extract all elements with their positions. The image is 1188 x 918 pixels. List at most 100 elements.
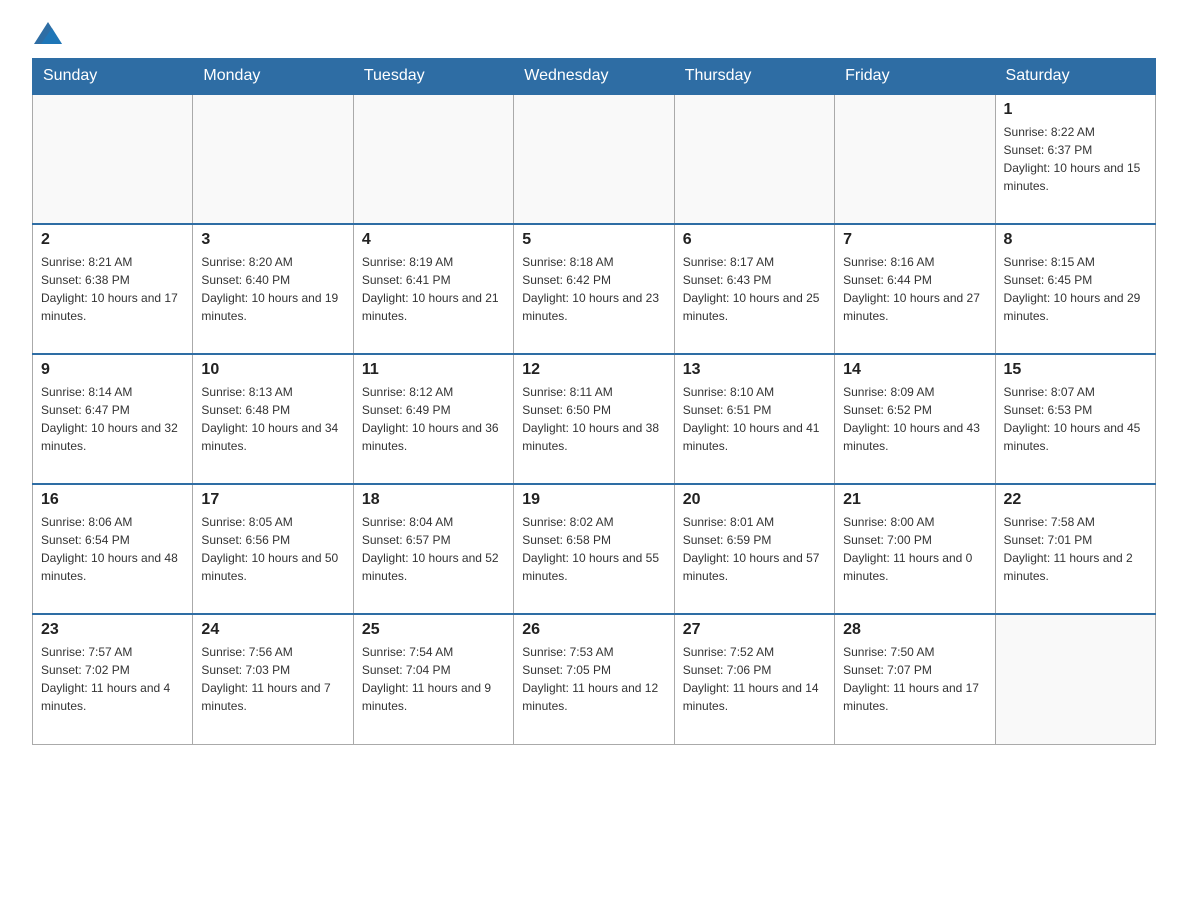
day-header-tuesday: Tuesday bbox=[353, 59, 513, 95]
logo bbox=[32, 24, 62, 46]
calendar-cell: 28 Sunrise: 7:50 AMSunset: 7:07 PMDayligh… bbox=[835, 614, 995, 744]
day-number: 17 bbox=[201, 491, 344, 509]
calendar-cell bbox=[514, 94, 674, 224]
calendar-cell: 26 Sunrise: 7:53 AMSunset: 7:05 PMDayligh… bbox=[514, 614, 674, 744]
calendar-cell: 18 Sunrise: 8:04 AMSunset: 6:57 PMDayligh… bbox=[353, 484, 513, 614]
day-number: 23 bbox=[41, 621, 184, 639]
calendar-week-row: 16 Sunrise: 8:06 AMSunset: 6:54 PMDayligh… bbox=[33, 484, 1156, 614]
day-number: 9 bbox=[41, 361, 184, 379]
day-number: 5 bbox=[522, 231, 665, 249]
day-info: Sunrise: 7:52 AMSunset: 7:06 PMDaylight:… bbox=[683, 643, 826, 715]
day-number: 12 bbox=[522, 361, 665, 379]
calendar-cell: 11 Sunrise: 8:12 AMSunset: 6:49 PMDayligh… bbox=[353, 354, 513, 484]
day-info: Sunrise: 8:05 AMSunset: 6:56 PMDaylight:… bbox=[201, 513, 344, 585]
day-info: Sunrise: 7:54 AMSunset: 7:04 PMDaylight:… bbox=[362, 643, 505, 715]
day-number: 1 bbox=[1004, 101, 1147, 119]
day-number: 10 bbox=[201, 361, 344, 379]
day-header-sunday: Sunday bbox=[33, 59, 193, 95]
calendar-cell bbox=[674, 94, 834, 224]
calendar-cell: 8 Sunrise: 8:15 AMSunset: 6:45 PMDaylight… bbox=[995, 224, 1155, 354]
calendar-cell: 4 Sunrise: 8:19 AMSunset: 6:41 PMDaylight… bbox=[353, 224, 513, 354]
day-number: 7 bbox=[843, 231, 986, 249]
day-number: 19 bbox=[522, 491, 665, 509]
day-info: Sunrise: 8:02 AMSunset: 6:58 PMDaylight:… bbox=[522, 513, 665, 585]
calendar-cell: 6 Sunrise: 8:17 AMSunset: 6:43 PMDaylight… bbox=[674, 224, 834, 354]
day-info: Sunrise: 8:15 AMSunset: 6:45 PMDaylight:… bbox=[1004, 253, 1147, 325]
day-info: Sunrise: 8:18 AMSunset: 6:42 PMDaylight:… bbox=[522, 253, 665, 325]
calendar-cell: 27 Sunrise: 7:52 AMSunset: 7:06 PMDayligh… bbox=[674, 614, 834, 744]
day-info: Sunrise: 8:20 AMSunset: 6:40 PMDaylight:… bbox=[201, 253, 344, 325]
calendar-cell: 14 Sunrise: 8:09 AMSunset: 6:52 PMDayligh… bbox=[835, 354, 995, 484]
day-number: 3 bbox=[201, 231, 344, 249]
day-info: Sunrise: 8:22 AMSunset: 6:37 PMDaylight:… bbox=[1004, 123, 1147, 195]
day-header-wednesday: Wednesday bbox=[514, 59, 674, 95]
day-info: Sunrise: 8:13 AMSunset: 6:48 PMDaylight:… bbox=[201, 383, 344, 455]
day-number: 28 bbox=[843, 621, 986, 639]
day-number: 11 bbox=[362, 361, 505, 379]
day-number: 21 bbox=[843, 491, 986, 509]
day-number: 6 bbox=[683, 231, 826, 249]
calendar-cell: 5 Sunrise: 8:18 AMSunset: 6:42 PMDaylight… bbox=[514, 224, 674, 354]
day-info: Sunrise: 8:01 AMSunset: 6:59 PMDaylight:… bbox=[683, 513, 826, 585]
day-header-monday: Monday bbox=[193, 59, 353, 95]
calendar-cell: 15 Sunrise: 8:07 AMSunset: 6:53 PMDayligh… bbox=[995, 354, 1155, 484]
calendar-header-row: SundayMondayTuesdayWednesdayThursdayFrid… bbox=[33, 59, 1156, 95]
day-info: Sunrise: 8:06 AMSunset: 6:54 PMDaylight:… bbox=[41, 513, 184, 585]
day-info: Sunrise: 8:00 AMSunset: 7:00 PMDaylight:… bbox=[843, 513, 986, 585]
day-info: Sunrise: 8:21 AMSunset: 6:38 PMDaylight:… bbox=[41, 253, 184, 325]
calendar-cell bbox=[995, 614, 1155, 744]
day-info: Sunrise: 7:56 AMSunset: 7:03 PMDaylight:… bbox=[201, 643, 344, 715]
day-number: 18 bbox=[362, 491, 505, 509]
day-info: Sunrise: 8:12 AMSunset: 6:49 PMDaylight:… bbox=[362, 383, 505, 455]
day-header-friday: Friday bbox=[835, 59, 995, 95]
calendar-table: SundayMondayTuesdayWednesdayThursdayFrid… bbox=[32, 58, 1156, 745]
day-number: 14 bbox=[843, 361, 986, 379]
day-info: Sunrise: 8:04 AMSunset: 6:57 PMDaylight:… bbox=[362, 513, 505, 585]
calendar-cell: 1 Sunrise: 8:22 AMSunset: 6:37 PMDaylight… bbox=[995, 94, 1155, 224]
day-number: 2 bbox=[41, 231, 184, 249]
day-info: Sunrise: 7:57 AMSunset: 7:02 PMDaylight:… bbox=[41, 643, 184, 715]
calendar-cell: 20 Sunrise: 8:01 AMSunset: 6:59 PMDayligh… bbox=[674, 484, 834, 614]
calendar-cell: 21 Sunrise: 8:00 AMSunset: 7:00 PMDayligh… bbox=[835, 484, 995, 614]
day-info: Sunrise: 7:53 AMSunset: 7:05 PMDaylight:… bbox=[522, 643, 665, 715]
day-info: Sunrise: 8:07 AMSunset: 6:53 PMDaylight:… bbox=[1004, 383, 1147, 455]
day-info: Sunrise: 8:09 AMSunset: 6:52 PMDaylight:… bbox=[843, 383, 986, 455]
calendar-cell bbox=[193, 94, 353, 224]
calendar-cell: 2 Sunrise: 8:21 AMSunset: 6:38 PMDaylight… bbox=[33, 224, 193, 354]
day-number: 16 bbox=[41, 491, 184, 509]
day-header-saturday: Saturday bbox=[995, 59, 1155, 95]
logo-icon bbox=[34, 22, 62, 44]
day-number: 15 bbox=[1004, 361, 1147, 379]
day-info: Sunrise: 8:19 AMSunset: 6:41 PMDaylight:… bbox=[362, 253, 505, 325]
calendar-cell: 12Sunrise: 8:11 AMSunset: 6:50 PMDayligh… bbox=[514, 354, 674, 484]
calendar-cell: 16 Sunrise: 8:06 AMSunset: 6:54 PMDayligh… bbox=[33, 484, 193, 614]
calendar-week-row: 23 Sunrise: 7:57 AMSunset: 7:02 PMDayligh… bbox=[33, 614, 1156, 744]
calendar-cell: 10 Sunrise: 8:13 AMSunset: 6:48 PMDayligh… bbox=[193, 354, 353, 484]
calendar-cell bbox=[353, 94, 513, 224]
day-number: 20 bbox=[683, 491, 826, 509]
day-number: 24 bbox=[201, 621, 344, 639]
calendar-cell: 25Sunrise: 7:54 AMSunset: 7:04 PMDayligh… bbox=[353, 614, 513, 744]
calendar-cell bbox=[33, 94, 193, 224]
day-info: Sunrise: 8:16 AMSunset: 6:44 PMDaylight:… bbox=[843, 253, 986, 325]
calendar-cell: 22Sunrise: 7:58 AMSunset: 7:01 PMDayligh… bbox=[995, 484, 1155, 614]
calendar-week-row: 2 Sunrise: 8:21 AMSunset: 6:38 PMDaylight… bbox=[33, 224, 1156, 354]
calendar-cell: 7 Sunrise: 8:16 AMSunset: 6:44 PMDaylight… bbox=[835, 224, 995, 354]
page-header bbox=[32, 24, 1156, 46]
calendar-cell: 24 Sunrise: 7:56 AMSunset: 7:03 PMDayligh… bbox=[193, 614, 353, 744]
day-info: Sunrise: 7:50 AMSunset: 7:07 PMDaylight:… bbox=[843, 643, 986, 715]
calendar-cell: 19 Sunrise: 8:02 AMSunset: 6:58 PMDayligh… bbox=[514, 484, 674, 614]
day-info: Sunrise: 8:14 AMSunset: 6:47 PMDaylight:… bbox=[41, 383, 184, 455]
calendar-cell: 17 Sunrise: 8:05 AMSunset: 6:56 PMDayligh… bbox=[193, 484, 353, 614]
calendar-cell: 3 Sunrise: 8:20 AMSunset: 6:40 PMDaylight… bbox=[193, 224, 353, 354]
day-number: 8 bbox=[1004, 231, 1147, 249]
day-info: Sunrise: 7:58 AMSunset: 7:01 PMDaylight:… bbox=[1004, 513, 1147, 585]
calendar-cell bbox=[835, 94, 995, 224]
day-info: Sunrise: 8:17 AMSunset: 6:43 PMDaylight:… bbox=[683, 253, 826, 325]
calendar-cell: 9 Sunrise: 8:14 AMSunset: 6:47 PMDaylight… bbox=[33, 354, 193, 484]
day-number: 27 bbox=[683, 621, 826, 639]
day-number: 4 bbox=[362, 231, 505, 249]
day-number: 26 bbox=[522, 621, 665, 639]
day-header-thursday: Thursday bbox=[674, 59, 834, 95]
day-info: Sunrise: 8:10 AMSunset: 6:51 PMDaylight:… bbox=[683, 383, 826, 455]
